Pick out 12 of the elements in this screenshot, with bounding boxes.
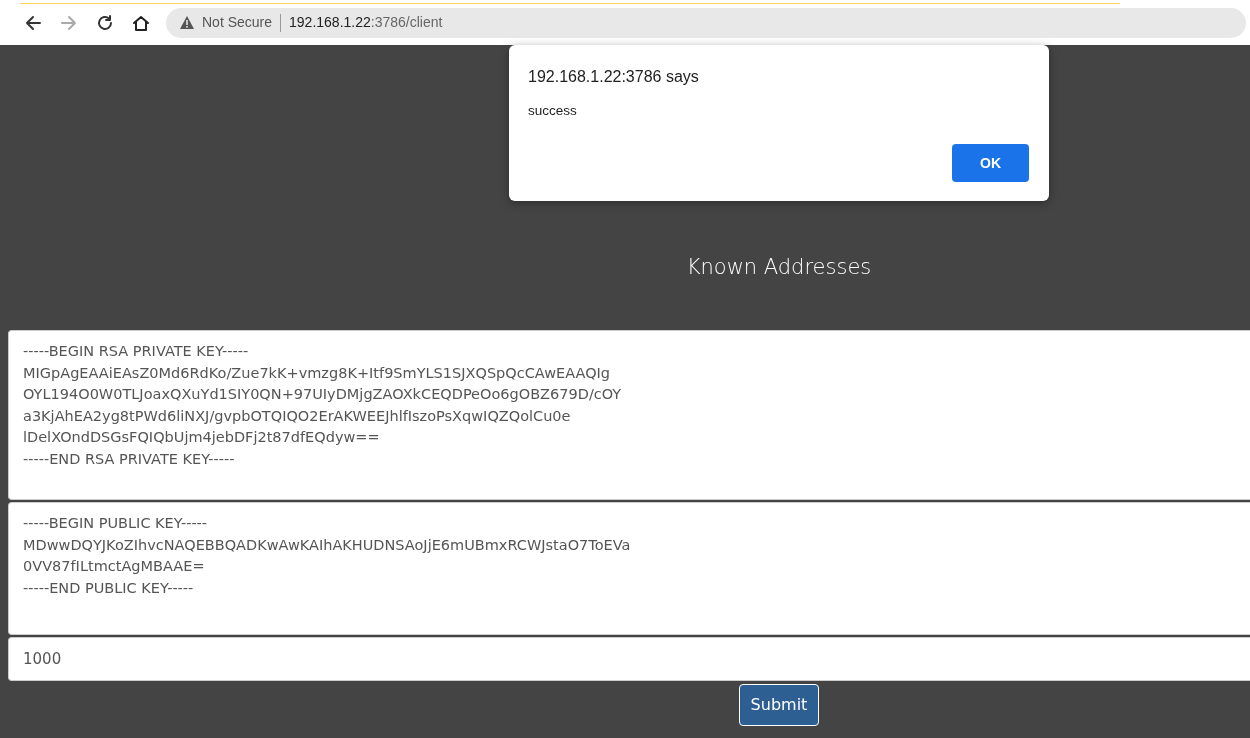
url-text: 192.168.1.22:3786/client	[289, 13, 443, 32]
amount-field[interactable]: 1000	[8, 637, 1250, 681]
dialog-title: 192.168.1.22:3786 says	[528, 67, 700, 87]
public-key-field[interactable]: -----BEGIN PUBLIC KEY----- MDwwDQYJKoZIhvcNAQEBBQADKwAwKAIhAKHUDNSAoJjE6mUBmxRCWJstaO7ToEVa 0VV87fILtmctAgMBAAE= -----END PUBLIC KEY-----	[8, 502, 1250, 635]
page-heading: Known Addresses	[686, 254, 872, 280]
warning-icon	[180, 16, 194, 29]
submit-button[interactable]: Submit	[738, 684, 820, 726]
address-bar[interactable]: Not Secure 192.168.1.22:3786/client	[166, 7, 1246, 38]
ok-button[interactable]: OK	[952, 144, 1029, 182]
private-key-field[interactable]: -----BEGIN RSA PRIVATE KEY----- MIGpAgEAAiEAsZ0Md6RdKo/Zue7kK+vmzg8K+Itf9SmYLS1SJXQSpQcCAwEAAQIg OYL194O0W0TLJoaxQXuYd1SIY0QN+97UIyDMjgZAOXkCEQDPeOo6gOBZ679D/cOY a3KjAhEA2yg8tPWd6liNXJ/gvpbOTQIQO2ErAKWEEJhlfIszoPsXqwIQZQolCu0e lDelXOndDSGsFQIQbUjm4jebDFj2t87dfEQdyw== -----END RSA PRIVATE KEY-----	[8, 330, 1250, 500]
security-label: Not Secure	[202, 13, 273, 32]
dialog-message: success	[528, 102, 578, 120]
